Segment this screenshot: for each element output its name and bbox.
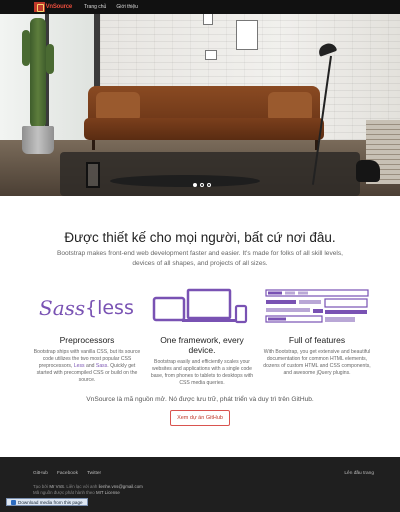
- carousel-dot[interactable]: [200, 183, 204, 187]
- navbar: VnSource Trang chủ Giới thiệu: [0, 0, 400, 14]
- footer-link-facebook[interactable]: Facebook: [57, 471, 78, 476]
- feature-components: Full of features With Bootstrap, you get…: [262, 288, 372, 387]
- footer-note-text: . Liên lạc với anh: [63, 484, 99, 489]
- lead-line: devices of all shapes, and projects of a…: [132, 260, 268, 267]
- feature-title: One framework, every device.: [160, 335, 244, 355]
- email-link[interactable]: lienhe.vns@gmail.com: [99, 484, 143, 489]
- carousel-dot[interactable]: [207, 183, 211, 187]
- marketing-lead: Được thiết kế cho mọi người, bất cứ nơi …: [0, 230, 400, 269]
- footer-note-text: Tạo bởi: [33, 484, 50, 489]
- page-heading: Được thiết kế cho mọi người, bất cứ nơi …: [64, 230, 336, 245]
- features-row: Sass {less} Preprocessors Bootstrap ship…: [32, 288, 372, 387]
- horse-statue: [356, 160, 380, 182]
- hero-carousel[interactable]: [0, 0, 400, 196]
- carousel-indicators: [193, 183, 211, 187]
- footer-note: Tạo bởi Mr VnS. Liên lạc với anh lienhe.…: [33, 484, 143, 496]
- cactus-arm: [46, 44, 54, 74]
- feature-title: Full of features: [288, 335, 346, 345]
- license-link[interactable]: MIT License: [96, 490, 120, 495]
- svg-text:Sass: Sass: [39, 296, 85, 320]
- logo-text: VnSource: [45, 4, 73, 10]
- svg-text:{less}: {less}: [85, 297, 135, 319]
- sofa-leg: [92, 140, 95, 150]
- feature-text: Bootstrap easily and efficiently scales …: [150, 359, 254, 386]
- nav-links: Trang chủ Giới thiệu: [84, 4, 138, 10]
- carousel-dot[interactable]: [193, 183, 197, 187]
- devices-icon: [147, 288, 257, 326]
- download-media-label: Download media from this page: [18, 499, 83, 505]
- feature-devices: One framework, every device. Bootstrap e…: [147, 288, 257, 387]
- lead-line: Bootstrap makes front-end web developmen…: [56, 250, 344, 257]
- feature-preprocessors: Sass {less} Preprocessors Bootstrap ship…: [32, 288, 142, 387]
- sass-less-logo-icon: Sass {less}: [32, 288, 142, 326]
- nav-about[interactable]: Giới thiệu: [116, 4, 138, 10]
- feature-text-part: and: [84, 363, 96, 369]
- sofa-seat: [84, 118, 324, 140]
- nav-home[interactable]: Trang chủ: [84, 4, 106, 10]
- feature-text: Bootstrap ships with vanilla CSS, but it…: [32, 349, 142, 384]
- lead-text: Bootstrap makes front-end web developmen…: [0, 249, 400, 269]
- feature-title: Preprocessors: [59, 335, 115, 345]
- wall-frame: [236, 20, 258, 50]
- footer-link-twitter[interactable]: Twitter: [87, 471, 101, 476]
- less-link[interactable]: Less: [74, 363, 85, 369]
- lantern: [86, 162, 100, 188]
- feature-text: With Bootstrap, you get extensive and be…: [263, 349, 371, 376]
- coffee-table: [110, 175, 260, 187]
- footer-link-github[interactable]: GitHub: [33, 471, 48, 476]
- brand-logo[interactable]: VnSource: [34, 2, 72, 12]
- back-to-top-link[interactable]: Lên đầu trang: [344, 471, 374, 476]
- wall-frame: [205, 50, 217, 60]
- cactus: [30, 18, 46, 128]
- author-link[interactable]: Mr VnS: [49, 484, 64, 489]
- download-media-bar[interactable]: Download media from this page: [6, 498, 88, 506]
- cactus-arm: [22, 30, 30, 66]
- logo-icon: [34, 2, 45, 12]
- opensource-section: VnSource là mã nguồn mở. Nó được lưu trữ…: [0, 396, 400, 426]
- sass-link[interactable]: Sass: [96, 363, 107, 369]
- plant-pot: [22, 126, 54, 154]
- opensource-text: VnSource là mã nguồn mở. Nó được lưu trữ…: [86, 396, 314, 403]
- github-project-button[interactable]: Xem dự án GitHub: [170, 410, 230, 426]
- download-icon: [11, 499, 16, 505]
- footer-note-text: Mã nguồn được phát hành theo: [33, 490, 96, 495]
- components-icon: [262, 288, 372, 326]
- footer-links: GitHub Facebook Twitter: [33, 471, 101, 476]
